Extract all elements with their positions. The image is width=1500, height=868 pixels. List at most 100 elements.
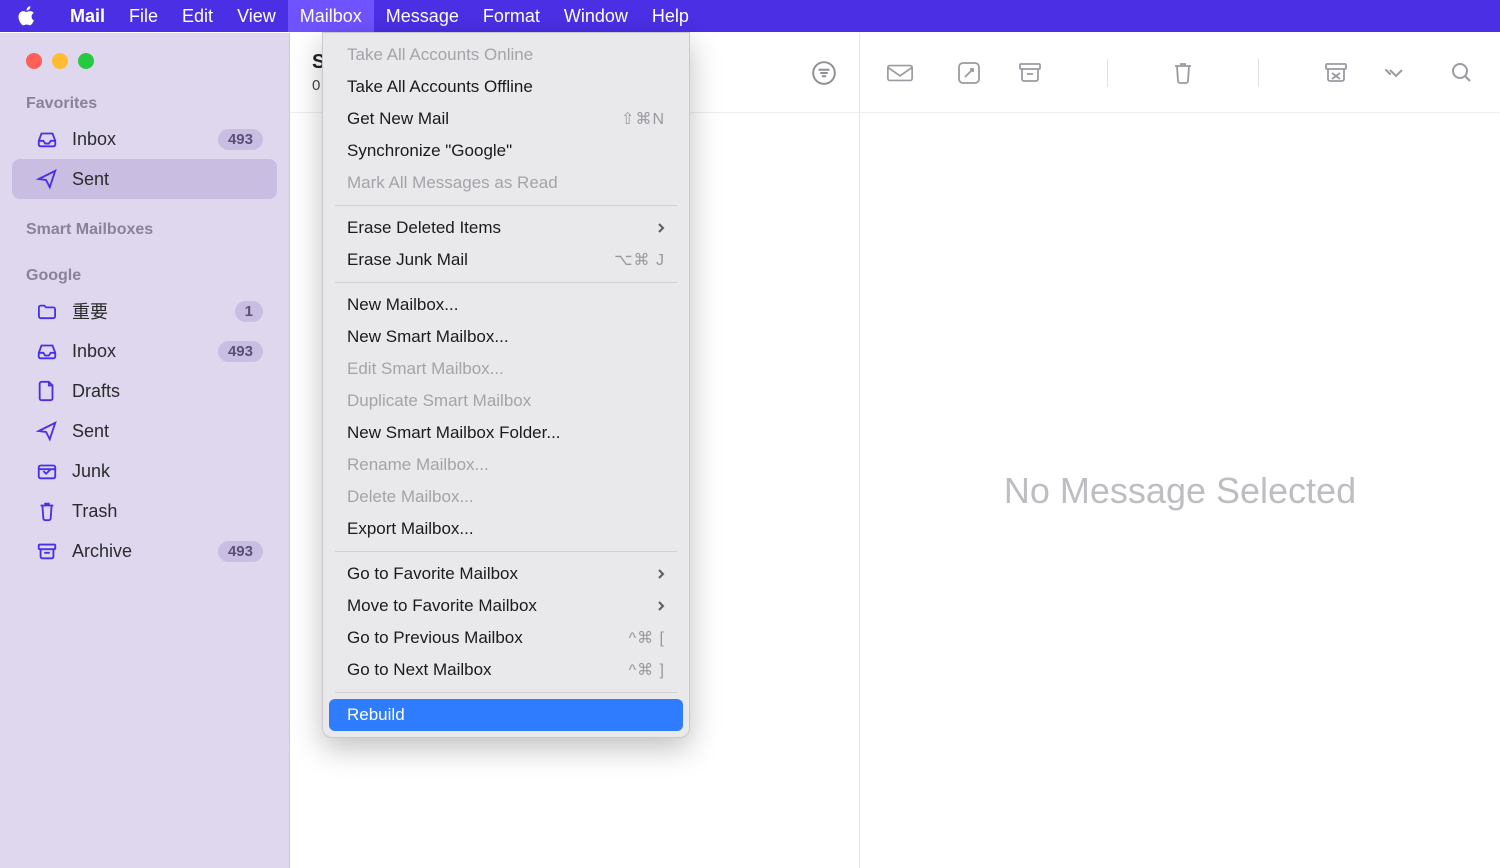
menu-separator xyxy=(335,692,677,693)
menu-item-label: Synchronize "Google" xyxy=(347,141,512,161)
filter-icon[interactable] xyxy=(811,60,837,86)
reply-icon[interactable] xyxy=(886,62,914,84)
archive-icon[interactable] xyxy=(1017,61,1043,85)
drafts-icon xyxy=(34,378,60,404)
menu-item[interactable]: Export Mailbox... xyxy=(329,513,683,545)
menubar-mailbox[interactable]: Mailbox xyxy=(288,0,374,32)
menubar-help[interactable]: Help xyxy=(640,0,701,32)
menu-item-label: Move to Favorite Mailbox xyxy=(347,596,537,616)
sidebar-badge: 1 xyxy=(235,301,263,322)
menu-item-label: Duplicate Smart Mailbox xyxy=(347,391,531,411)
menu-item: Edit Smart Mailbox... xyxy=(329,353,683,385)
menu-item[interactable]: Get New Mail⇧⌘N xyxy=(329,103,683,135)
menu-item-label: Get New Mail xyxy=(347,109,449,129)
sent-icon xyxy=(34,418,60,444)
sidebar-item-google-sent[interactable]: Sent xyxy=(12,411,277,451)
close-window-button[interactable] xyxy=(26,53,42,69)
junk-icon xyxy=(34,458,60,484)
menu-item-label: New Smart Mailbox Folder... xyxy=(347,423,561,443)
menu-item-label: Rename Mailbox... xyxy=(347,455,489,475)
sidebar-item-important[interactable]: 重要 1 xyxy=(12,291,277,331)
compose-icon[interactable] xyxy=(956,60,982,86)
menu-item-label: Delete Mailbox... xyxy=(347,487,474,507)
sidebar-item-label: Sent xyxy=(72,169,263,190)
menu-item[interactable]: Move to Favorite Mailbox xyxy=(329,590,683,622)
toolbar-separator xyxy=(1107,59,1108,87)
sidebar-section-favorites: Favorites xyxy=(0,91,289,119)
reader-toolbar xyxy=(860,33,1500,113)
toolbar-separator xyxy=(1258,59,1259,87)
trash-icon xyxy=(34,498,60,524)
sidebar: Favorites Inbox 493 Sent Smart Mailboxes… xyxy=(0,33,290,868)
menubar-message[interactable]: Message xyxy=(374,0,471,32)
sidebar-badge: 493 xyxy=(218,541,263,562)
folder-icon xyxy=(34,298,60,324)
menu-item: Take All Accounts Online xyxy=(329,39,683,71)
menubar-window[interactable]: Window xyxy=(552,0,640,32)
menu-shortcut: ^⌘ [ xyxy=(629,628,665,648)
chevron-right-icon xyxy=(657,568,665,580)
sidebar-item-sent[interactable]: Sent xyxy=(12,159,277,199)
menu-item[interactable]: Go to Next Mailbox^⌘ ] xyxy=(329,654,683,686)
sidebar-item-label: 重要 xyxy=(72,298,235,324)
zoom-window-button[interactable] xyxy=(78,53,94,69)
menu-item[interactable]: Go to Previous Mailbox^⌘ [ xyxy=(329,622,683,654)
menubar-file[interactable]: File xyxy=(117,0,170,32)
menu-item[interactable]: Rebuild xyxy=(329,699,683,731)
sidebar-section-smart: Smart Mailboxes xyxy=(0,217,289,245)
menu-item[interactable]: New Mailbox... xyxy=(329,289,683,321)
archive-icon xyxy=(34,538,60,564)
reader-body: No Message Selected xyxy=(860,113,1500,868)
sidebar-item-inbox[interactable]: Inbox 493 xyxy=(12,119,277,159)
menubar-view[interactable]: View xyxy=(225,0,288,32)
chevron-right-icon xyxy=(657,600,665,612)
menu-item: Duplicate Smart Mailbox xyxy=(329,385,683,417)
menu-item[interactable]: New Smart Mailbox Folder... xyxy=(329,417,683,449)
sidebar-item-google-inbox[interactable]: Inbox 493 xyxy=(12,331,277,371)
menu-item-label: New Smart Mailbox... xyxy=(347,327,509,347)
sidebar-item-label: Archive xyxy=(72,541,218,562)
menubar-edit[interactable]: Edit xyxy=(170,0,225,32)
minimize-window-button[interactable] xyxy=(52,53,68,69)
sidebar-item-label: Inbox xyxy=(72,341,218,362)
menu-item-label: Take All Accounts Offline xyxy=(347,77,533,97)
menu-shortcut: ⌥⌘ J xyxy=(614,250,665,270)
sent-icon xyxy=(34,166,60,192)
menu-item-label: Export Mailbox... xyxy=(347,519,474,539)
junk-icon[interactable] xyxy=(1323,61,1349,85)
menu-item[interactable]: Erase Junk Mail⌥⌘ J xyxy=(329,244,683,276)
menu-item[interactable]: Take All Accounts Offline xyxy=(329,71,683,103)
sidebar-item-label: Trash xyxy=(72,501,263,522)
sidebar-item-label: Inbox xyxy=(72,129,218,150)
trash-icon[interactable] xyxy=(1172,60,1194,86)
menu-item: Mark All Messages as Read xyxy=(329,167,683,199)
sidebar-section-google: Google xyxy=(0,263,289,291)
menu-item-label: Mark All Messages as Read xyxy=(347,173,558,193)
reader-pane: No Message Selected xyxy=(860,33,1500,868)
menubar-format[interactable]: Format xyxy=(471,0,552,32)
menubar: Mail File Edit View Mailbox Message Form… xyxy=(0,0,1500,32)
mail-window: Favorites Inbox 493 Sent Smart Mailboxes… xyxy=(0,32,1500,868)
inbox-icon xyxy=(34,338,60,364)
menubar-app-name[interactable]: Mail xyxy=(58,0,117,32)
sidebar-item-archive[interactable]: Archive 493 xyxy=(12,531,277,571)
menu-item[interactable]: Go to Favorite Mailbox xyxy=(329,558,683,590)
apple-logo-icon[interactable] xyxy=(18,6,36,26)
sidebar-item-label: Drafts xyxy=(72,381,263,402)
sidebar-item-trash[interactable]: Trash xyxy=(12,491,277,531)
overflow-icon[interactable] xyxy=(1384,66,1408,80)
sidebar-badge: 493 xyxy=(218,341,263,362)
menu-item-label: Rebuild xyxy=(347,705,405,725)
sidebar-item-junk[interactable]: Junk xyxy=(12,451,277,491)
search-icon[interactable] xyxy=(1450,61,1474,85)
inbox-icon xyxy=(34,126,60,152)
sidebar-badge: 493 xyxy=(218,129,263,150)
menu-shortcut: ^⌘ ] xyxy=(629,660,665,680)
menu-item[interactable]: Erase Deleted Items xyxy=(329,212,683,244)
menu-item[interactable]: Synchronize "Google" xyxy=(329,135,683,167)
message-list-subtitle: 0 xyxy=(312,77,320,94)
menu-separator xyxy=(335,551,677,552)
sidebar-item-drafts[interactable]: Drafts xyxy=(12,371,277,411)
menu-item[interactable]: New Smart Mailbox... xyxy=(329,321,683,353)
chevron-right-icon xyxy=(657,222,665,234)
